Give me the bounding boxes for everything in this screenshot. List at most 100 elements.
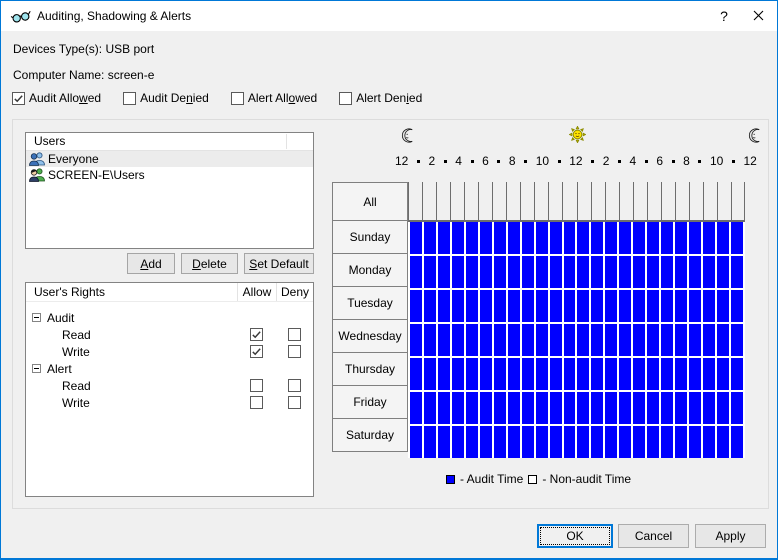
apply-button[interactable]: Apply xyxy=(695,524,766,548)
time-cell-wednesday-14[interactable] xyxy=(591,324,604,356)
time-cell-friday-19[interactable] xyxy=(661,392,674,424)
add-button[interactable]: Add xyxy=(127,253,175,274)
time-cell-friday-13[interactable] xyxy=(577,392,590,424)
hour-column-9[interactable] xyxy=(520,182,534,220)
time-cell-tuesday-9[interactable] xyxy=(521,290,534,322)
time-cell-thursday-23[interactable] xyxy=(717,358,730,390)
delete-button[interactable]: Delete xyxy=(181,253,238,274)
time-cell-thursday-3[interactable] xyxy=(437,358,450,390)
time-cell-sunday-11[interactable] xyxy=(549,222,562,254)
time-cell-wednesday-15[interactable] xyxy=(605,324,618,356)
time-cell-monday-4[interactable] xyxy=(451,256,464,288)
day-button-monday[interactable]: Monday xyxy=(332,253,408,287)
hour-column-15[interactable] xyxy=(604,182,619,220)
hour-column-17[interactable] xyxy=(632,182,647,220)
time-cell-thursday-12[interactable] xyxy=(563,358,576,390)
time-cell-saturday-1[interactable] xyxy=(410,426,422,458)
time-cell-thursday-13[interactable] xyxy=(577,358,590,390)
set-default-button[interactable]: Set Default xyxy=(244,253,314,274)
time-cell-saturday-5[interactable] xyxy=(465,426,478,458)
time-cell-tuesday-6[interactable] xyxy=(479,290,492,322)
filter-checkbox-audit-allowed[interactable]: Audit Allowed xyxy=(12,91,101,105)
allow-checkbox[interactable] xyxy=(250,379,263,392)
time-cell-sunday-15[interactable] xyxy=(605,222,618,254)
time-cell-thursday-22[interactable] xyxy=(703,358,716,390)
checkbox[interactable] xyxy=(230,91,244,105)
time-cell-saturday-12[interactable] xyxy=(563,426,576,458)
time-cell-monday-23[interactable] xyxy=(717,256,730,288)
time-cell-sunday-4[interactable] xyxy=(451,222,464,254)
time-cell-friday-6[interactable] xyxy=(479,392,492,424)
time-cell-saturday-15[interactable] xyxy=(605,426,618,458)
deny-checkbox[interactable] xyxy=(288,396,301,409)
time-cell-friday-23[interactable] xyxy=(717,392,730,424)
time-cell-saturday-7[interactable] xyxy=(493,426,506,458)
time-cell-thursday-20[interactable] xyxy=(675,358,688,390)
time-cell-thursday-7[interactable] xyxy=(493,358,506,390)
time-cell-wednesday-21[interactable] xyxy=(689,324,702,356)
hour-column-7[interactable] xyxy=(492,182,506,220)
cancel-button[interactable]: Cancel xyxy=(618,524,689,548)
time-cell-wednesday-12[interactable] xyxy=(563,324,576,356)
time-cell-saturday-20[interactable] xyxy=(675,426,688,458)
time-cell-monday-14[interactable] xyxy=(591,256,604,288)
time-cell-monday-18[interactable] xyxy=(647,256,660,288)
deny-checkbox[interactable] xyxy=(288,345,301,358)
time-cell-sunday-16[interactable] xyxy=(619,222,632,254)
time-cell-sunday-2[interactable] xyxy=(423,222,436,254)
hour-column-22[interactable] xyxy=(702,182,717,220)
deny-checkbox[interactable] xyxy=(288,328,301,341)
time-cell-saturday-6[interactable] xyxy=(479,426,492,458)
time-cell-monday-3[interactable] xyxy=(437,256,450,288)
time-cell-tuesday-10[interactable] xyxy=(535,290,548,322)
time-cell-monday-9[interactable] xyxy=(521,256,534,288)
checkbox[interactable] xyxy=(339,91,353,105)
time-cell-wednesday-23[interactable] xyxy=(717,324,730,356)
time-cell-monday-17[interactable] xyxy=(633,256,646,288)
hour-column-10[interactable] xyxy=(534,182,548,220)
time-cell-friday-17[interactable] xyxy=(633,392,646,424)
deny-checkbox[interactable] xyxy=(288,379,301,392)
time-cell-sunday-13[interactable] xyxy=(577,222,590,254)
tree-expander-icon[interactable] xyxy=(32,364,41,373)
time-cell-tuesday-2[interactable] xyxy=(423,290,436,322)
time-cell-monday-1[interactable] xyxy=(410,256,422,288)
hour-column-8[interactable] xyxy=(506,182,520,220)
time-cell-tuesday-23[interactable] xyxy=(717,290,730,322)
time-cell-saturday-18[interactable] xyxy=(647,426,660,458)
time-cell-monday-5[interactable] xyxy=(465,256,478,288)
time-cell-friday-4[interactable] xyxy=(451,392,464,424)
time-cell-saturday-23[interactable] xyxy=(717,426,730,458)
time-cell-sunday-23[interactable] xyxy=(717,222,730,254)
time-cell-monday-16[interactable] xyxy=(619,256,632,288)
time-cell-friday-7[interactable] xyxy=(493,392,506,424)
time-cell-wednesday-1[interactable] xyxy=(410,324,422,356)
time-cell-tuesday-19[interactable] xyxy=(661,290,674,322)
time-cell-thursday-6[interactable] xyxy=(479,358,492,390)
time-cell-sunday-7[interactable] xyxy=(493,222,506,254)
time-cell-monday-15[interactable] xyxy=(605,256,618,288)
time-cell-wednesday-17[interactable] xyxy=(633,324,646,356)
time-cell-tuesday-8[interactable] xyxy=(507,290,520,322)
hour-column-13[interactable] xyxy=(576,182,591,220)
time-cell-tuesday-12[interactable] xyxy=(563,290,576,322)
time-cell-thursday-5[interactable] xyxy=(465,358,478,390)
hour-column-12[interactable] xyxy=(562,182,576,220)
time-cell-thursday-16[interactable] xyxy=(619,358,632,390)
allow-checkbox[interactable] xyxy=(250,396,263,409)
hour-column-14[interactable] xyxy=(590,182,605,220)
time-cell-thursday-10[interactable] xyxy=(535,358,548,390)
time-cell-thursday-2[interactable] xyxy=(423,358,436,390)
hour-column-3[interactable] xyxy=(436,182,450,220)
time-cell-tuesday-4[interactable] xyxy=(451,290,464,322)
time-cell-sunday-10[interactable] xyxy=(535,222,548,254)
time-cell-saturday-14[interactable] xyxy=(591,426,604,458)
time-cell-wednesday-10[interactable] xyxy=(535,324,548,356)
tree-expander-icon[interactable] xyxy=(32,313,41,322)
rights-header-main[interactable]: User's Rights xyxy=(26,285,237,299)
time-cell-thursday-4[interactable] xyxy=(451,358,464,390)
time-cell-sunday-12[interactable] xyxy=(563,222,576,254)
time-cell-monday-12[interactable] xyxy=(563,256,576,288)
time-cell-wednesday-22[interactable] xyxy=(703,324,716,356)
time-cell-saturday-19[interactable] xyxy=(661,426,674,458)
